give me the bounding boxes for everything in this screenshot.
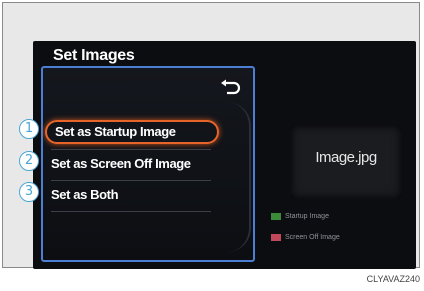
menu-item-startup-image[interactable]: Set as Startup Image [45,120,219,144]
callout-2: 2 [19,151,39,171]
screen-off-swatch-icon [271,233,281,241]
menu-divider [51,211,211,212]
menu-divider [51,149,211,150]
legend-screen-off: Screen Off Image [271,232,340,244]
legend-label: Screen Off Image [285,234,340,241]
preview-filename: Image.jpg [315,149,377,166]
legend-startup: Startup Image [271,211,329,223]
menu-item-set-both[interactable]: Set as Both [45,183,219,207]
back-icon[interactable] [219,79,241,95]
display-screen: Set Images Set as Startup Image Set as S… [33,41,416,269]
callout-1: 1 [19,119,39,139]
menu-item-screen-off-image[interactable]: Set as Screen Off Image [45,152,219,176]
screen-title: Set Images [53,47,135,64]
menu-scroll-arc [227,102,251,252]
figure-frame: Set Images Set as Startup Image Set as S… [2,2,420,269]
legend-label: Startup Image [285,213,329,220]
image-preview: Image.jpg [290,125,402,199]
menu-divider [51,180,211,181]
callout-3: 3 [19,182,39,202]
startup-swatch-icon [271,212,281,220]
figure-caption: CLYAVAZ240 [366,274,420,284]
